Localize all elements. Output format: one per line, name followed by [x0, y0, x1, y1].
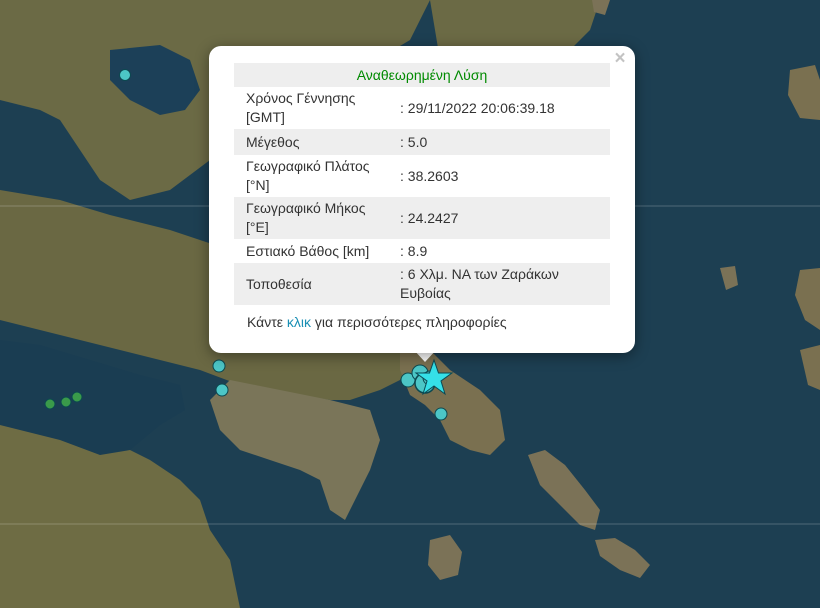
info-row-latitude: Γεωγραφικό Πλάτος [°N] : 38.2603 [234, 155, 610, 197]
info-row-magnitude: Μέγεθος : 5.0 [234, 129, 610, 155]
more-info-text: Κάντε κλικ για περισσότερες πληροφορίες [247, 314, 507, 330]
depth-label: Εστιακό Βάθος [km] [246, 242, 370, 259]
origin-time-value: : 29/11/2022 20:06:39.18 [400, 99, 555, 116]
location-label: Τοποθεσία [234, 263, 398, 305]
longitude-label: Γεωγραφικό Μήκος [°E] [234, 197, 398, 239]
magnitude-value: : 5.0 [398, 129, 610, 155]
origin-time-label: Χρόνος Γέννησης [GMT] [246, 90, 356, 125]
magnitude-label: Μέγεθος [234, 129, 398, 155]
more-info-suffix: για περισσότερες πληροφορίες [311, 314, 507, 330]
popup-title-row: Αναθεωρημένη Λύση [234, 63, 610, 87]
old-earthquake-marker[interactable] [44, 398, 56, 410]
info-row-origin-time: Χρόνος Γέννησης [GMT] : 29/11/2022 20:06… [234, 87, 610, 129]
location-value: : 6 Χλμ. ΝΑ των Ζαράκων Ευβοίας [398, 263, 610, 305]
info-row-location: Τοποθεσία : 6 Χλμ. ΝΑ των Ζαράκων Ευβοία… [234, 263, 610, 305]
earthquake-marker[interactable] [434, 407, 448, 421]
info-row-depth: Εστιακό Βάθος [km] : 8.9 [234, 239, 610, 263]
earthquake-marker[interactable] [212, 359, 226, 373]
depth-value: : 8.9 [400, 242, 428, 259]
close-icon[interactable]: × [611, 49, 629, 68]
popup-title: Αναθεωρημένη Λύση [234, 63, 610, 87]
info-table: Αναθεωρημένη Λύση Χρόνος Γέννησης [GMT] … [234, 63, 610, 305]
latitude-value: : 38.2603 [400, 167, 459, 184]
longitude-value: : 24.2427 [398, 197, 610, 239]
old-earthquake-marker[interactable] [60, 396, 72, 408]
info-popup: × Αναθεωρημένη Λύση Χρόνος Γέννησης [GMT… [209, 46, 635, 353]
more-info-link[interactable]: κλικ [287, 314, 311, 330]
info-row-longitude: Γεωγραφικό Μήκος [°E] : 24.2427 [234, 197, 610, 239]
more-info-prefix: Κάντε [247, 314, 287, 330]
old-earthquake-marker[interactable] [71, 391, 83, 403]
latitude-label: Γεωγραφικό Πλάτος [°N] [246, 158, 370, 193]
earthquake-marker[interactable] [215, 383, 229, 397]
earthquake-marker[interactable] [119, 69, 131, 81]
